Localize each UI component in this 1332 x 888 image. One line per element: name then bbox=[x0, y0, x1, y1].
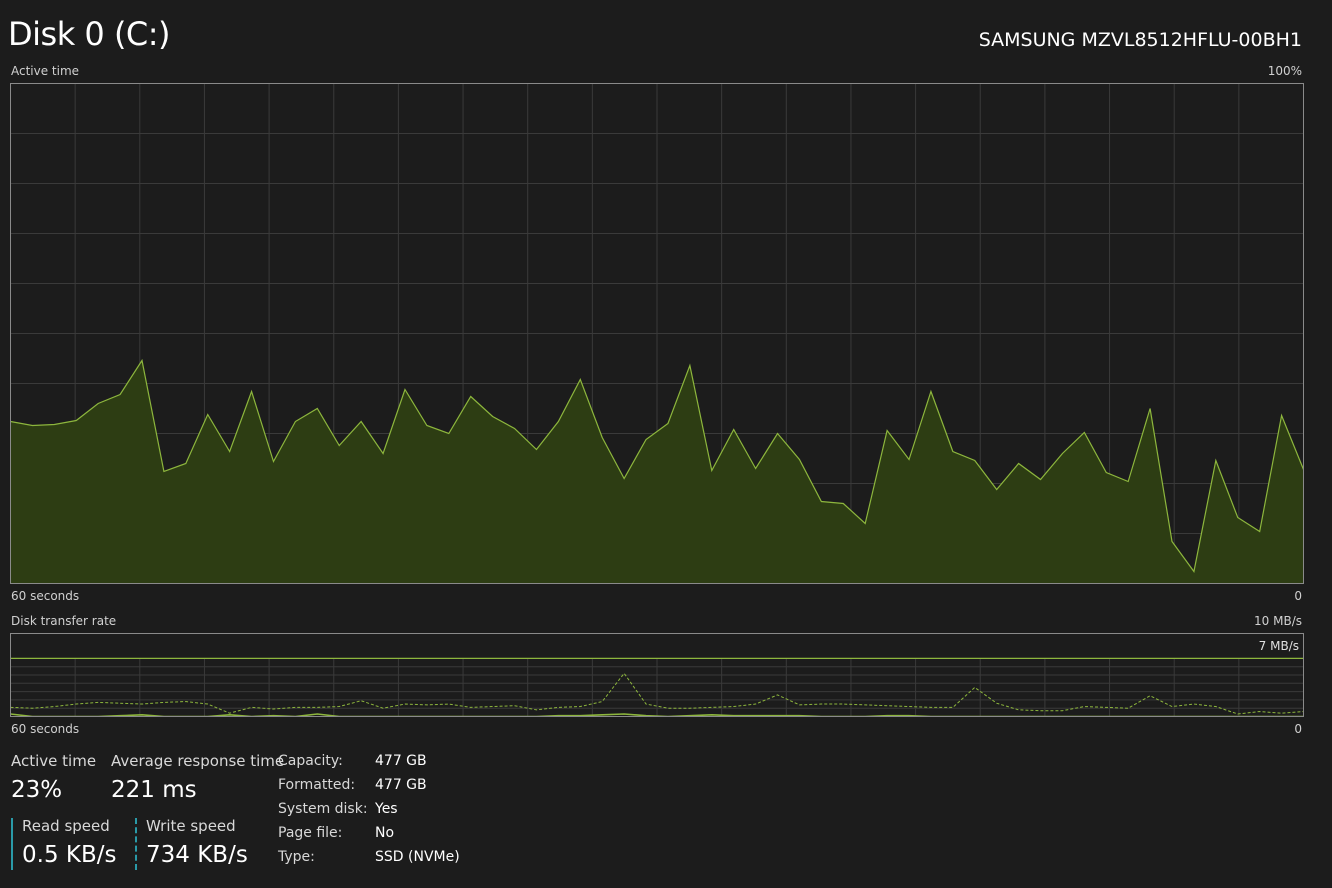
write-speed-value: 734 KB/s bbox=[146, 842, 248, 868]
transfer-rate-chart-label: Disk transfer rate bbox=[11, 614, 117, 628]
active-time-stat-value: 23% bbox=[11, 777, 63, 803]
property-label-capacity: Capacity: bbox=[278, 753, 343, 769]
write-speed-label: Write speed bbox=[146, 817, 236, 835]
read-speed-value: 0.5 KB/s bbox=[22, 842, 117, 868]
active-time-max-label: 100% bbox=[1267, 64, 1302, 78]
disk-model: SAMSUNG MZVL8512HFLU-00BH1 bbox=[978, 29, 1302, 51]
property-value-system-disk: Yes bbox=[375, 801, 398, 817]
property-label-system-disk: System disk: bbox=[278, 801, 368, 817]
avg-response-stat-value: 221 ms bbox=[111, 777, 197, 803]
disk-title: Disk 0 (C:) bbox=[8, 15, 171, 53]
active-time-axis-label: 60 seconds bbox=[11, 589, 80, 603]
property-value-formatted: 477 GB bbox=[375, 777, 427, 793]
transfer-rate-reference-label: 7 MB/s bbox=[1258, 639, 1299, 653]
read-speed-label: Read speed bbox=[22, 817, 110, 835]
transfer-rate-zero-label: 0 bbox=[1294, 722, 1302, 736]
property-value-type: SSD (NVMe) bbox=[375, 849, 460, 865]
transfer-rate-axis-label: 60 seconds bbox=[11, 722, 80, 736]
active-time-zero-label: 0 bbox=[1294, 589, 1302, 603]
property-label-formatted: Formatted: bbox=[278, 777, 356, 793]
property-value-capacity: 477 GB bbox=[375, 753, 427, 769]
write-speed-indicator bbox=[135, 818, 137, 870]
active-time-stat-label: Active time bbox=[11, 752, 97, 770]
read-speed-indicator bbox=[11, 818, 13, 870]
avg-response-stat-label: Average response time bbox=[111, 752, 285, 770]
property-label-type: Type: bbox=[278, 849, 315, 865]
property-label-page-file: Page file: bbox=[278, 825, 343, 841]
property-value-page-file: No bbox=[375, 825, 395, 841]
disk-properties: Capacity: 477 GB Formatted: 477 GB Syste… bbox=[278, 752, 538, 872]
transfer-rate-chart bbox=[10, 633, 1304, 717]
active-time-chart-label: Active time bbox=[11, 64, 80, 78]
active-time-chart bbox=[10, 83, 1304, 584]
transfer-rate-max-label: 10 MB/s bbox=[1254, 614, 1302, 628]
